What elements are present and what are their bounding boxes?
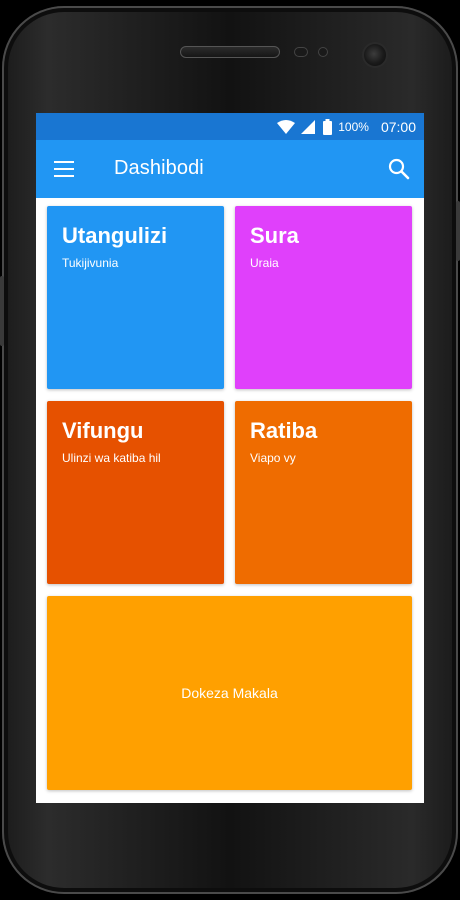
tile-subtitle: Uraia bbox=[250, 256, 279, 270]
screen: 100% 07:00 Dashibodi Utangulizi Tukijivu… bbox=[36, 113, 424, 803]
tile-title: Sura bbox=[250, 223, 299, 248]
wifi-icon bbox=[277, 119, 296, 134]
search-icon[interactable] bbox=[386, 156, 412, 182]
signal-icon bbox=[301, 119, 316, 134]
tile-title: Ratiba bbox=[250, 418, 318, 443]
tile-vifungu[interactable]: Vifungu Ulinzi wa katiba hil bbox=[47, 401, 224, 584]
page-title: Dashibodi bbox=[114, 157, 204, 179]
tile-utangulizi[interactable]: Utangulizi Tukijivunia bbox=[47, 206, 224, 389]
battery-percent: 100% bbox=[338, 119, 369, 134]
light-sensor bbox=[318, 47, 328, 57]
tile-label: Dokeza Makala bbox=[181, 685, 278, 701]
earpiece-speaker bbox=[180, 46, 280, 58]
battery-icon bbox=[323, 118, 333, 135]
status-bar: 100% 07:00 bbox=[36, 113, 424, 140]
tile-dokeza-makala[interactable]: Dokeza Makala bbox=[47, 596, 412, 790]
status-time: 07:00 bbox=[380, 118, 416, 135]
tile-subtitle: Viapo vy bbox=[250, 451, 296, 465]
tile-sura[interactable]: Sura Uraia bbox=[235, 206, 412, 389]
app-bar: Dashibodi bbox=[36, 140, 424, 198]
proximity-sensor bbox=[294, 47, 308, 57]
tile-title: Utangulizi bbox=[62, 223, 168, 248]
tile-subtitle: Ulinzi wa katiba hil bbox=[62, 451, 161, 465]
tile-ratiba[interactable]: Ratiba Viapo vy bbox=[235, 401, 412, 584]
tile-subtitle: Tukijivunia bbox=[62, 256, 119, 270]
menu-icon[interactable] bbox=[52, 157, 76, 181]
volume-button bbox=[0, 276, 4, 346]
power-button bbox=[456, 201, 460, 261]
front-camera bbox=[364, 44, 386, 66]
tile-title: Vifungu bbox=[62, 418, 144, 443]
